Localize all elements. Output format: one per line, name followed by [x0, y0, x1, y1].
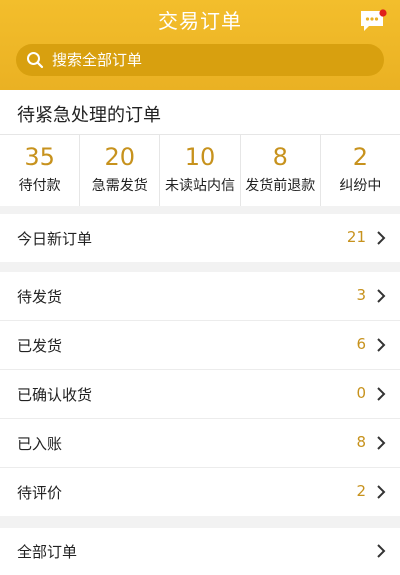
stat-label: 待付款	[18, 178, 61, 194]
chevron-right-icon	[377, 289, 386, 303]
row-count: 21	[346, 228, 366, 246]
app-header: 交易订单 搜索全部订单	[0, 0, 400, 90]
status-row-pending-shipment[interactable]: 待发货 3	[0, 272, 400, 321]
all-orders-row[interactable]: 全部订单	[0, 528, 400, 575]
stat-value: 2	[352, 143, 369, 171]
row-label: 全部订单	[17, 543, 78, 561]
stat-value: 8	[272, 143, 288, 171]
row-count: 8	[356, 433, 366, 451]
search-placeholder: 搜索全部订单	[52, 51, 143, 69]
unread-dot	[379, 9, 387, 17]
chevron-right-icon	[377, 231, 386, 245]
row-label: 已发货	[17, 337, 63, 355]
urgent-title: 待紧急处理的订单	[17, 105, 161, 126]
chevron-right-icon	[377, 338, 386, 352]
row-label: 已入账	[17, 435, 63, 453]
stat-label: 发货前退款	[245, 178, 316, 194]
chevron-right-icon	[377, 436, 386, 450]
row-label: 待评价	[17, 484, 63, 502]
stat-label: 急需发货	[91, 178, 148, 194]
stat-value: 10	[184, 143, 216, 171]
row-count: 3	[356, 286, 366, 304]
row-count: 0	[356, 384, 366, 402]
chevron-right-icon	[377, 387, 386, 401]
status-row-shipped[interactable]: 已发货 6	[0, 321, 400, 370]
stat-refund-before-shipping[interactable]: 8 发货前退款	[241, 135, 321, 206]
today-new-orders-row[interactable]: 今日新订单 21	[0, 214, 400, 262]
stat-unread-messages[interactable]: 10 未读站内信	[160, 135, 241, 206]
urgent-orders-panel: 待紧急处理的订单 35 待付款 20 急需发货 10 未读站内信 8 发货前退款…	[0, 90, 400, 206]
search-bar[interactable]: 搜索全部订单	[16, 44, 384, 76]
stat-pending-payment[interactable]: 35 待付款	[0, 135, 81, 206]
row-count: 6	[356, 335, 366, 353]
stat-value: 35	[24, 143, 55, 171]
search-icon	[27, 52, 44, 69]
chevron-right-icon	[377, 544, 386, 558]
messages-button[interactable]	[359, 9, 387, 34]
row-label: 已确认收货	[17, 386, 93, 404]
status-row-pending-review[interactable]: 待评价 2	[0, 468, 400, 516]
chevron-right-icon	[377, 485, 386, 499]
stat-urgent-shipping[interactable]: 20 急需发货	[80, 135, 161, 206]
chat-bubble-icon	[361, 9, 387, 31]
stat-value: 20	[104, 143, 136, 171]
row-count: 2	[356, 482, 366, 500]
page-title: 交易订单	[158, 9, 242, 33]
row-label: 待发货	[17, 288, 63, 306]
status-row-receipt-confirmed[interactable]: 已确认收货 0	[0, 370, 400, 419]
row-label: 今日新订单	[17, 230, 93, 248]
urgent-stats: 35 待付款 20 急需发货 10 未读站内信 8 发货前退款 2 纠纷中	[0, 134, 400, 206]
stat-label: 纠纷中	[339, 178, 382, 194]
stat-label: 未读站内信	[165, 178, 235, 194]
stat-disputes[interactable]: 2 纠纷中	[321, 135, 400, 206]
status-row-credited[interactable]: 已入账 8	[0, 419, 400, 468]
